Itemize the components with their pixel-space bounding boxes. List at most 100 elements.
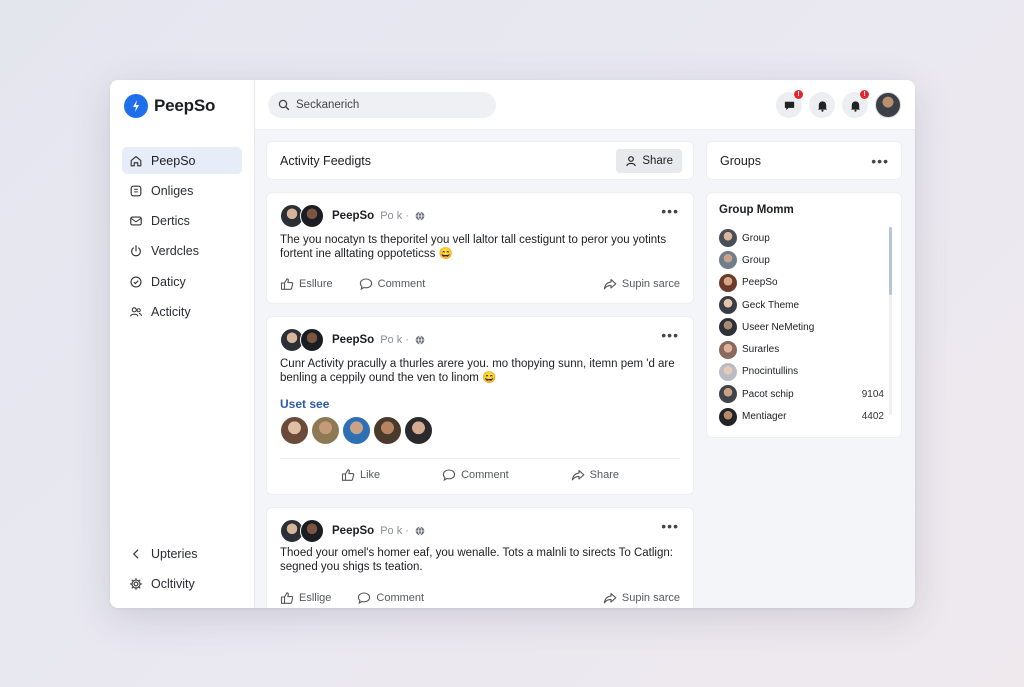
avatar[interactable]: [373, 416, 402, 445]
post-author[interactable]: PeepSo: [332, 210, 374, 222]
users-icon: [130, 307, 142, 317]
more-options-icon[interactable]: •••: [661, 519, 679, 533]
like-button[interactable]: Esllure: [280, 277, 333, 291]
comment-button[interactable]: Comment: [357, 591, 424, 605]
thumbs-up-icon: [280, 592, 294, 604]
avatar[interactable]: [404, 416, 433, 445]
bell-icon: [817, 100, 827, 112]
list-item[interactable]: Useer NeMeting: [719, 316, 884, 338]
search-icon: [278, 99, 290, 111]
list-item[interactable]: Pnocintullins: [719, 361, 884, 383]
more-options-icon[interactable]: •••: [661, 328, 679, 342]
post-actions: Esllige Comment Supin sarce: [280, 591, 680, 605]
post-author[interactable]: PeepSo: [332, 334, 374, 346]
sidebar-item-label: Onliges: [151, 183, 194, 198]
avatar: [719, 296, 737, 315]
sidebar-item-verdcles[interactable]: Verdcles: [122, 238, 242, 265]
group-list-scrollbar[interactable]: [889, 227, 892, 415]
comment-icon: [358, 592, 371, 605]
avatar: [719, 273, 737, 292]
sidebar-item-onliges[interactable]: Onliges: [122, 177, 242, 204]
list-item[interactable]: Group: [719, 249, 884, 271]
avatar[interactable]: [311, 416, 340, 445]
messages-button[interactable]: !: [776, 89, 804, 118]
action-label: Like: [359, 469, 381, 481]
list-item[interactable]: Mentiager 4402: [719, 405, 884, 427]
group-name: Group: [742, 254, 770, 266]
action-label: Comment: [461, 469, 509, 481]
group-name: Pnocintullins: [742, 366, 799, 378]
sidebar-item-label: Ocltivity: [151, 576, 195, 591]
groups-title: Groups: [720, 153, 761, 168]
share-post-button[interactable]: Supin sarce: [603, 591, 680, 605]
post-actions: Esllure Comment Supin sarce: [280, 277, 680, 291]
sidebar-item-ocltivity[interactable]: Ocltivity: [122, 570, 242, 597]
action-label: Supin sarce: [621, 592, 680, 604]
post-avatars[interactable]: [280, 328, 326, 352]
sidebar-item-label: Upteries: [151, 546, 198, 561]
post-avatars[interactable]: [280, 204, 326, 228]
sidebar-item-label: Acticity: [151, 304, 191, 319]
post-author[interactable]: PeepSo: [332, 525, 374, 537]
users-see-link[interactable]: Uset see: [280, 397, 329, 411]
notification-badge: !: [859, 89, 870, 100]
avatar[interactable]: [280, 416, 309, 445]
list-item[interactable]: Geck Theme: [719, 294, 884, 316]
sidebar-item-label: PeepSo: [151, 153, 196, 168]
share-button[interactable]: Share: [616, 148, 682, 173]
globe-icon: [415, 526, 425, 536]
globe-icon: [415, 335, 425, 345]
sidebar-item-upteries[interactable]: Upteries: [122, 540, 242, 567]
share-post-button[interactable]: Supin sarce: [603, 277, 680, 291]
avatar: [300, 519, 324, 543]
more-options-icon[interactable]: •••: [661, 204, 679, 218]
search-input[interactable]: [296, 99, 476, 111]
thumbs-up-icon: [341, 469, 355, 481]
list-item[interactable]: Group: [719, 227, 884, 249]
like-button[interactable]: Esllige: [280, 591, 331, 605]
group-count: 4402: [861, 411, 884, 423]
user-avatar-row: [280, 416, 433, 445]
user-avatar[interactable]: [875, 92, 901, 118]
sidebar-item-label: Verdcles: [151, 244, 199, 259]
notifications-button[interactable]: !: [842, 89, 870, 118]
grid-icon: [130, 185, 142, 197]
brand[interactable]: PeepSo: [124, 94, 215, 118]
post-text: Cunr Activity pracully a thurles arere y…: [280, 358, 675, 384]
scrollbar-thumb[interactable]: [889, 227, 892, 295]
group-name: Mentiager: [742, 411, 787, 423]
sidebar-item-peepso[interactable]: PeepSo: [122, 147, 242, 174]
sidebar-item-label: Dertics: [151, 214, 190, 229]
list-item[interactable]: Pacot schip 9104: [719, 383, 884, 405]
alerts-button[interactable]: [809, 92, 835, 118]
avatar[interactable]: [342, 416, 371, 445]
sidebar-item-daticy[interactable]: Daticy: [122, 268, 242, 295]
top-actions: ! !: [776, 89, 901, 118]
avatar: [719, 385, 737, 404]
comment-button[interactable]: Comment: [442, 468, 509, 482]
action-label: Comment: [377, 278, 426, 290]
sidebar-item-dertics[interactable]: Dertics: [122, 208, 242, 235]
more-options-icon[interactable]: •••: [871, 154, 889, 168]
sidebar-item-acticity[interactable]: Acticity: [122, 298, 242, 325]
list-item[interactable]: PeepSo: [719, 272, 884, 294]
post-text: The you nocatyn ts theporitel you vell l…: [280, 234, 667, 260]
post-avatars[interactable]: [280, 519, 326, 543]
list-item[interactable]: Surarles: [719, 338, 884, 360]
user-icon: [626, 155, 637, 166]
action-label: Share: [589, 469, 620, 481]
comment-button[interactable]: Comment: [359, 277, 426, 291]
gear-icon: [130, 577, 142, 590]
group-name: Geck Theme: [742, 299, 800, 311]
group-card-title: Group Momm: [719, 204, 794, 216]
thumbs-up-icon: [280, 278, 294, 290]
sidebar-bottom-nav: Upteries Ocltivity: [122, 540, 242, 601]
avatar: [719, 318, 737, 337]
group-name: Useer NeMeting: [742, 321, 815, 333]
share-post-button[interactable]: Share: [571, 468, 619, 482]
avatar: [719, 407, 737, 426]
like-button[interactable]: Like: [341, 468, 380, 482]
chevron-left-icon: [132, 548, 139, 559]
chat-icon: [784, 101, 794, 110]
avatar: [719, 362, 737, 381]
